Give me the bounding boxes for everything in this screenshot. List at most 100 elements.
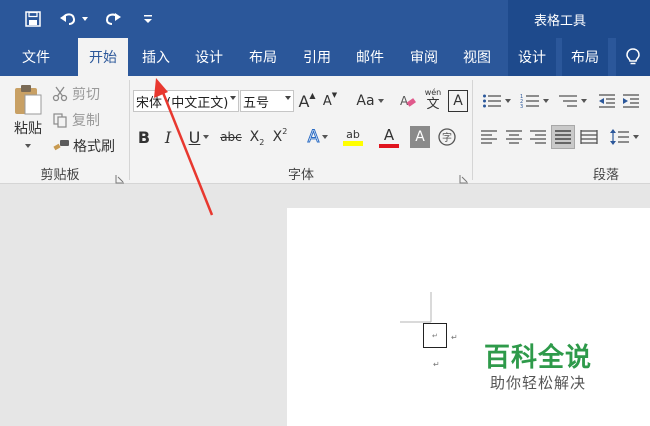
cut-label: 剪切 [72, 87, 100, 103]
paste-button[interactable]: 粘贴 [8, 82, 48, 162]
save-button[interactable] [22, 8, 44, 30]
paste-icon [15, 85, 42, 115]
paste-label: 粘贴 [14, 121, 42, 137]
table-cell[interactable]: ↵ [423, 323, 447, 348]
numbering-button[interactable]: 1 2 3 [516, 90, 552, 112]
chevron-down-icon [25, 144, 31, 148]
enclose-circle-icon: 字 [438, 128, 456, 146]
tab-references[interactable]: 引用 [294, 38, 340, 76]
clear-formatting-button[interactable]: A [398, 90, 418, 112]
character-shading-button[interactable]: A [410, 126, 430, 148]
align-center-icon [506, 130, 522, 144]
group-divider [129, 80, 130, 180]
redo-icon [105, 13, 121, 25]
grow-font-button[interactable]: A ▲ [297, 90, 317, 112]
justify-button[interactable] [551, 125, 575, 149]
highlight-label: ab [346, 128, 360, 141]
copy-label: 复制 [72, 113, 100, 129]
bullets-button[interactable] [478, 90, 514, 112]
increase-indent-icon [623, 94, 639, 108]
text-effects-label: A [307, 127, 320, 148]
format-painter-button[interactable]: 格式刷 [52, 135, 122, 157]
font-dialog-launcher[interactable] [459, 169, 469, 184]
subscript-label: X [249, 129, 260, 145]
subscript-button[interactable]: X 2 [247, 125, 267, 149]
redo-button[interactable] [100, 8, 124, 30]
launcher-icon [459, 175, 468, 184]
watermark-subtitle: 助你轻松解决 [490, 374, 587, 392]
customize-qat-button[interactable] [140, 8, 156, 30]
chevron-down-icon [542, 99, 549, 103]
numbered-list-icon: 1 2 3 [520, 94, 539, 109]
align-right-button[interactable] [527, 126, 549, 148]
shrink-font-label: A [322, 93, 332, 109]
enclose-characters-button[interactable]: 字 [436, 126, 458, 148]
character-border-button[interactable]: A [448, 90, 468, 112]
paintbrush-icon [53, 140, 69, 151]
chevron-down-icon [285, 96, 291, 100]
decrease-indent-button[interactable] [596, 90, 618, 112]
eraser-icon: A [400, 94, 416, 108]
copy-button[interactable]: 复制 [52, 109, 108, 131]
font-color-label: A [383, 125, 395, 144]
tab-design[interactable]: 设计 [186, 38, 232, 76]
undo-icon [59, 13, 75, 25]
group-divider [472, 80, 473, 180]
superscript-label: X [272, 129, 283, 145]
text-effects-button[interactable]: A [302, 125, 334, 149]
end-of-row-mark-icon: ↵ [451, 333, 458, 342]
tab-table-layout[interactable]: 布局 [562, 38, 608, 76]
bullet-list-icon [482, 94, 501, 108]
clipboard-dialog-launcher[interactable] [115, 169, 125, 184]
paragraph-group-label: 段落 [592, 167, 619, 183]
shrink-font-button[interactable]: A ▼ [320, 90, 340, 112]
tab-file[interactable]: 文件 [8, 38, 64, 76]
tab-layout[interactable]: 布局 [240, 38, 286, 76]
chevron-down-icon [322, 135, 329, 139]
multilevel-list-icon [558, 95, 577, 107]
tab-home[interactable]: 开始 [78, 38, 128, 76]
paragraph-mark-icon: ↵ [432, 332, 438, 340]
chevron-down-icon [580, 99, 587, 103]
annotation-arrow [154, 78, 214, 216]
tab-insert[interactable]: 插入 [132, 38, 180, 76]
clipboard-group-label: 剪贴板 [40, 167, 80, 183]
bold-label: B [137, 127, 151, 147]
distributed-button[interactable] [578, 126, 600, 148]
strikethrough-button[interactable]: abc [219, 125, 243, 149]
multilevel-list-button[interactable] [554, 90, 590, 112]
increase-indent-button[interactable] [620, 90, 642, 112]
align-left-icon [481, 130, 497, 144]
character-shading-label: A [415, 129, 425, 145]
character-border-label: A [453, 93, 463, 109]
grow-font-label: A [298, 91, 310, 111]
tab-table-design[interactable]: 设计 [508, 38, 556, 76]
tab-review[interactable]: 审阅 [401, 38, 447, 76]
superscript-2: 2 [282, 126, 288, 136]
decrease-indent-icon [599, 94, 615, 108]
phonetic-guide-button[interactable]: wén 文 [422, 86, 444, 114]
tab-mailings[interactable]: 邮件 [347, 38, 393, 76]
font-size-combo[interactable]: 五号 [240, 90, 294, 112]
launcher-icon [115, 175, 124, 184]
line-spacing-icon [609, 129, 629, 145]
chevron-down-icon [632, 135, 639, 139]
font-color-bar [379, 143, 399, 148]
document-page[interactable] [287, 208, 650, 426]
line-spacing-button[interactable] [606, 126, 642, 148]
format-painter-label: 格式刷 [73, 139, 115, 155]
superscript-button[interactable]: X 2 [270, 125, 290, 149]
distributed-icon [580, 130, 598, 144]
font-color-button[interactable]: A [372, 124, 406, 150]
change-case-button[interactable]: Aa [352, 90, 388, 112]
align-left-button[interactable] [478, 126, 500, 148]
tell-me-button[interactable] [616, 38, 650, 76]
caret-down-icon: ▼ [331, 91, 338, 99]
copy-icon [53, 113, 67, 128]
align-center-button[interactable] [503, 126, 525, 148]
highlight-button[interactable]: ab [336, 124, 370, 150]
save-icon [25, 11, 41, 27]
undo-button[interactable] [56, 8, 90, 30]
tab-view[interactable]: 视图 [454, 38, 500, 76]
cut-button[interactable]: 剪切 [52, 83, 108, 105]
